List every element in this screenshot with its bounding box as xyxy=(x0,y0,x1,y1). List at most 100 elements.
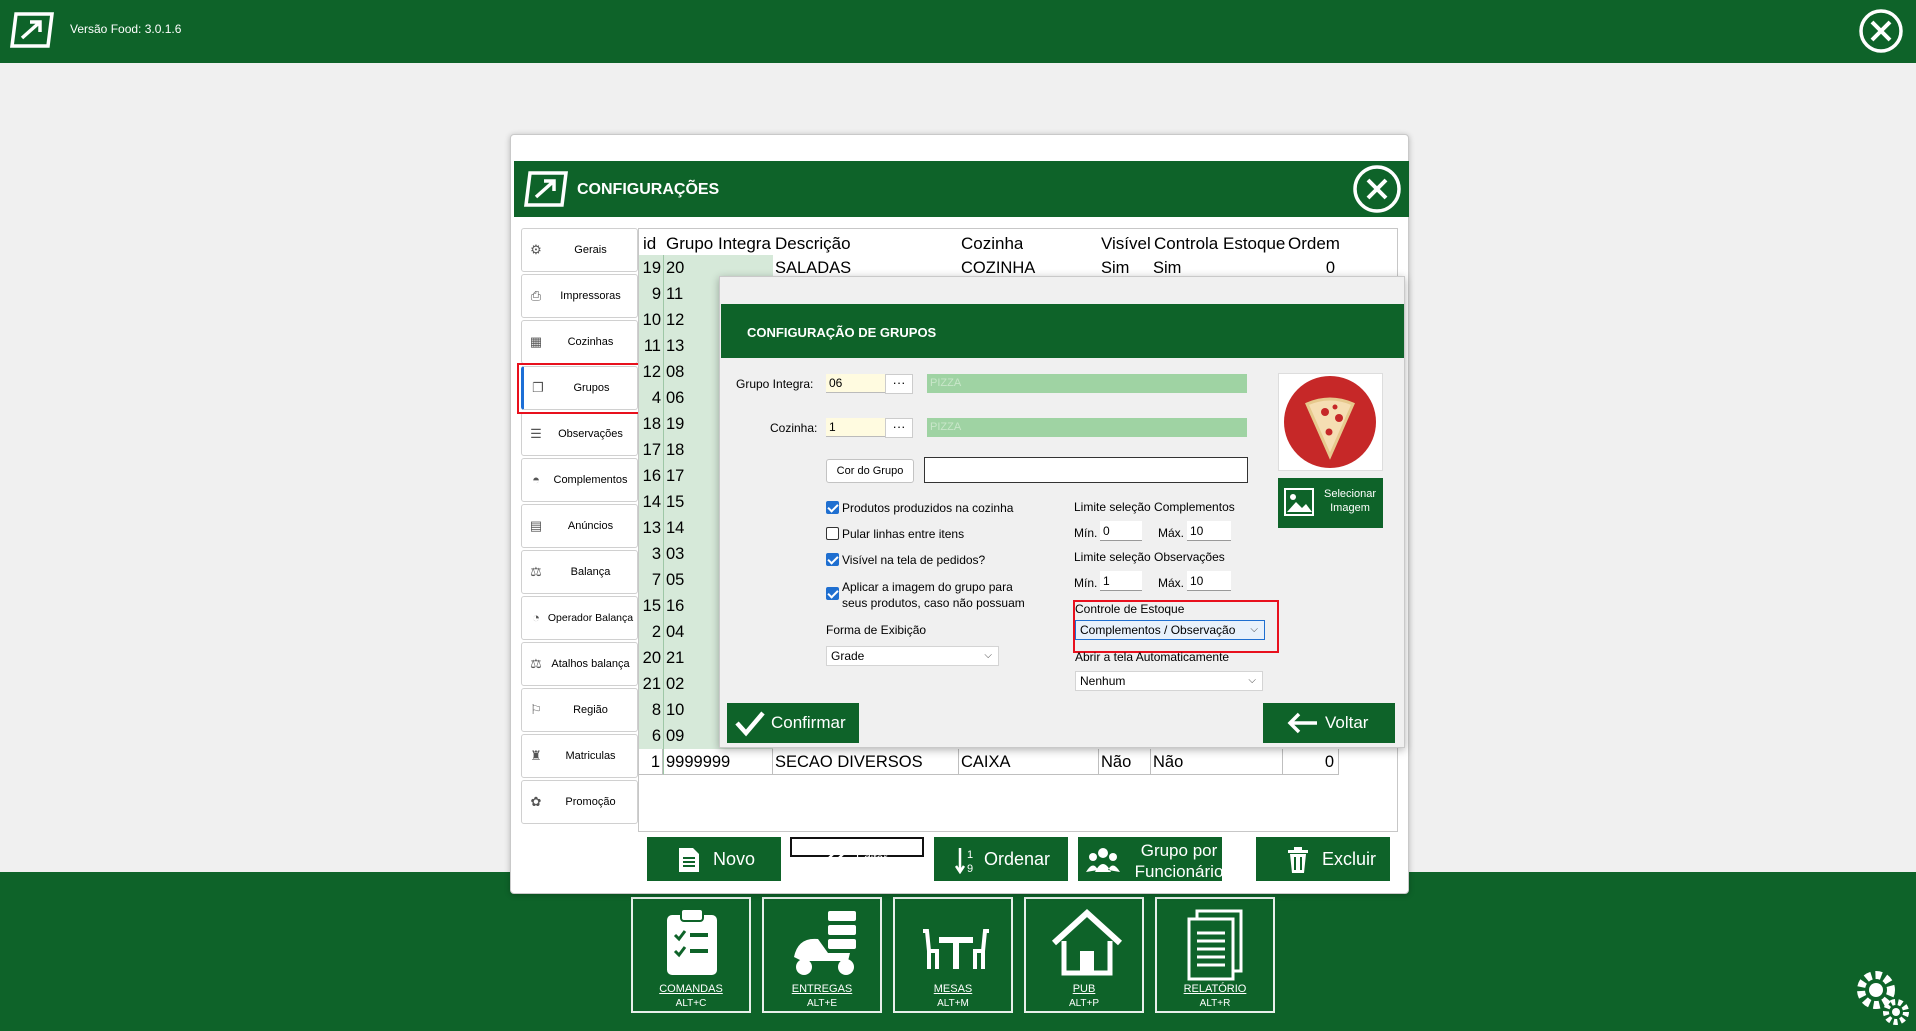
chevron-down-icon: ⌵ xyxy=(984,650,992,661)
selecionar-imagem-button[interactable]: Selecionar Imagem xyxy=(1278,478,1383,528)
sidebar-item-promocao[interactable]: ✿ Promoção xyxy=(521,780,638,824)
table-cell-id: 13 xyxy=(639,515,663,541)
table-cell-id: 7 xyxy=(639,567,663,593)
obs-min-input[interactable]: 1 xyxy=(1100,571,1142,591)
checkbox-aplicar-imagem-label: Aplicar a imagem do grupo para xyxy=(842,580,1013,594)
sidebar-item-observacoes[interactable]: ☰ Observações xyxy=(521,412,638,456)
comp-min-input[interactable]: 0 xyxy=(1100,521,1142,541)
sidebar-item-matriculas[interactable]: ♜ Matriculas xyxy=(521,734,638,778)
dialog-title: CONFIGURAÇÃO DE GRUPOS xyxy=(747,325,937,340)
nav-comandas-button[interactable]: COMANDAS ALT+C xyxy=(631,897,751,1013)
cozinha-lookup-button[interactable]: ··· xyxy=(885,418,913,438)
sidebar-item-anuncios[interactable]: ▤ Anúncios xyxy=(521,504,638,548)
col-header-cozinha[interactable]: Cozinha xyxy=(961,233,1023,255)
checkbox-pular-linhas[interactable] xyxy=(826,527,839,540)
ordenar-label: Ordenar xyxy=(984,849,1051,869)
svg-text:1: 1 xyxy=(967,849,973,861)
selecionar-imagem-label: Selecionar Imagem xyxy=(1324,488,1376,514)
novo-button[interactable]: Novo xyxy=(647,837,781,881)
cor-do-grupo-button[interactable]: Cor do Grupo xyxy=(826,459,914,483)
table-cell-id: 11 xyxy=(639,333,663,359)
grupos-highlight-box xyxy=(517,363,641,414)
chevron-down-icon: ⌵ xyxy=(1248,675,1256,686)
app-logo-icon xyxy=(10,12,54,48)
sidebar-item-regiao[interactable]: ⚐ Região xyxy=(521,688,638,732)
checkbox-aplicar-imagem[interactable] xyxy=(826,587,839,600)
editar-label: Editar xyxy=(856,851,888,865)
col-header-id[interactable]: id xyxy=(643,233,656,255)
grupo-por-funcionario-button[interactable]: Grupo por Funcionário xyxy=(1078,837,1223,881)
grupo-por-funcionario-label: Grupo por Funcionário xyxy=(1134,841,1224,881)
sidebar-item-gerais[interactable]: ⚙ Gerais xyxy=(521,228,638,272)
table-row[interactable]: 1 9999999 SECAO DIVERSOS CAIXA Não Não 0 xyxy=(639,749,1339,775)
checkbox-visivel-pedidos-label: Visível na tela de pedidos? xyxy=(842,553,986,567)
col-header-descricao[interactable]: Descrição xyxy=(775,233,851,255)
flag-icon: ⚐ xyxy=(530,702,542,717)
nav-mesas-button[interactable]: MESAS ALT+M xyxy=(893,897,1013,1013)
dialog-header: CONFIGURAÇÃO DE GRUPOS xyxy=(721,304,1404,358)
new-document-icon xyxy=(679,848,699,872)
table-cell-id: 20 xyxy=(639,645,663,671)
obs-max-label: Máx. xyxy=(1158,576,1185,590)
novo-label: Novo xyxy=(713,849,756,869)
table-cell-id: 17 xyxy=(639,437,663,463)
col-header-controla-estoque[interactable]: Controla Estoque xyxy=(1154,233,1285,255)
nav-comandas-label: COMANDAS xyxy=(659,983,723,995)
checkbox-visivel-pedidos[interactable] xyxy=(826,553,839,566)
nav-mesas-shortcut: ALT+M xyxy=(937,998,969,1009)
group-color-field[interactable] xyxy=(924,457,1248,483)
table-chairs-icon xyxy=(923,929,989,969)
checkbox-aplicar-imagem-label-2: seus produtos, caso não possuam xyxy=(842,596,1025,610)
pencil-icon xyxy=(822,847,845,870)
sidebar-item-operador-balanca[interactable]: ◔ Operador Balança xyxy=(521,596,638,640)
sidebar-item-balanca[interactable]: ⚖ Balança xyxy=(521,550,638,594)
forma-exibicao-label: Forma de Exibição xyxy=(826,623,927,637)
settings-gears-icon[interactable] xyxy=(1852,968,1912,1026)
forma-exibicao-value: Grade xyxy=(831,649,865,663)
table-cell-id: 3 xyxy=(639,541,663,567)
people-group-icon xyxy=(1086,848,1120,872)
nav-entregas-button[interactable]: ENTREGAS ALT+E xyxy=(762,897,882,1013)
sidebar-item-atalhos-balanca[interactable]: ⚖ Atalhos balança xyxy=(521,642,638,686)
forma-exibicao-select[interactable]: Grade ⌵ xyxy=(826,646,999,666)
comp-max-input[interactable]: 10 xyxy=(1187,521,1231,541)
grupo-integra-label: Grupo Integra: xyxy=(736,377,814,391)
grupo-integra-input[interactable]: 06 xyxy=(826,374,886,393)
checkbox-produzidos-cozinha-label: Produtos produzidos na cozinha xyxy=(842,501,1014,515)
nav-relatorio-label: RELATÓRIO xyxy=(1183,983,1247,995)
nav-relatorio-button[interactable]: RELATÓRIO ALT+R xyxy=(1155,897,1275,1013)
grupo-integra-lookup-button[interactable]: ··· xyxy=(885,374,913,394)
nav-pub-shortcut: ALT+P xyxy=(1068,998,1100,1009)
voltar-label: Voltar xyxy=(1325,713,1369,732)
cozinha-input[interactable]: 1 xyxy=(826,418,886,437)
table-cell-gi: 9999999 xyxy=(663,749,773,775)
obs-max-input[interactable]: 10 xyxy=(1187,571,1231,591)
confirmar-button[interactable]: Confirmar xyxy=(727,703,859,743)
table-cell-id: 15 xyxy=(639,593,663,619)
table-cell-ce: Não xyxy=(1151,749,1283,775)
sidebar-item-impressoras[interactable]: ⎙ Impressoras xyxy=(521,274,638,318)
sidebar-item-cozinhas[interactable]: ▦ Cozinhas xyxy=(521,320,638,364)
excluir-button[interactable]: Excluir xyxy=(1256,837,1390,881)
col-header-ordem[interactable]: Ordem xyxy=(1288,233,1340,255)
nav-pub-button[interactable]: PUB ALT+P xyxy=(1024,897,1144,1013)
checkmark-icon xyxy=(735,711,765,737)
config-close-icon[interactable] xyxy=(1352,165,1402,213)
operator-icon: ◔ xyxy=(532,610,540,625)
comp-min-label: Mín. xyxy=(1074,526,1098,540)
ordenar-button[interactable]: 19 Ordenar xyxy=(934,837,1068,881)
house-icon xyxy=(1051,908,1123,976)
col-header-visivel[interactable]: Visível xyxy=(1101,233,1151,255)
trash-icon xyxy=(1288,847,1308,873)
notes-icon: ☰ xyxy=(530,426,542,441)
clipboard-icon xyxy=(667,908,717,975)
app-close-icon[interactable] xyxy=(1856,8,1906,54)
voltar-button[interactable]: Voltar xyxy=(1263,703,1395,743)
sort-numeric-icon: 19 xyxy=(954,848,973,874)
col-header-grupo-integra[interactable]: Grupo Integra xyxy=(666,233,772,255)
editar-button[interactable]: Editar xyxy=(790,837,924,870)
abrir-tela-select[interactable]: Nenhum ⌵ xyxy=(1075,671,1263,691)
sidebar-item-complementos[interactable]: ◓ Complementos xyxy=(521,458,638,502)
checkbox-pular-linhas-label: Pular linhas entre itens xyxy=(842,527,965,541)
checkbox-produzidos-cozinha[interactable] xyxy=(826,501,839,514)
